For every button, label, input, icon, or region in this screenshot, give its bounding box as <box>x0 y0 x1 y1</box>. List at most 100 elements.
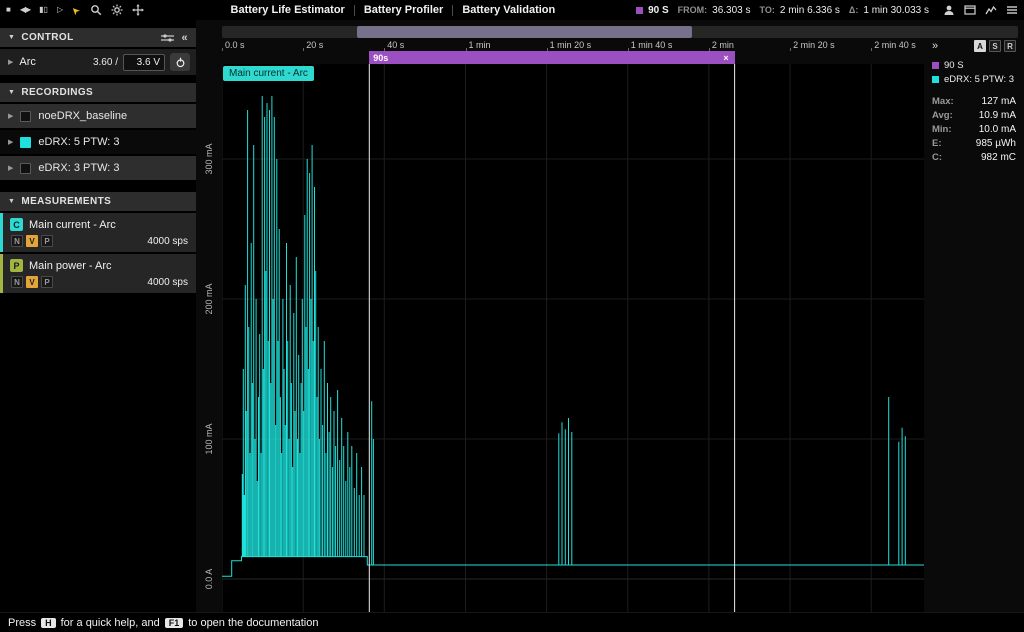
toggle-v[interactable]: V <box>26 276 38 288</box>
y-axis-labels: 300 mA200 mA100 mA0.0 A <box>196 20 222 612</box>
collapse-sidebar-icon[interactable]: « <box>181 32 188 44</box>
measurement-label: Main power - Arc <box>29 260 112 272</box>
expand-icon[interactable]: ▶ <box>8 58 13 66</box>
stat-min: Min:10.0 mA <box>932 123 1016 136</box>
toggle-n[interactable]: N <box>11 235 23 247</box>
selection-band[interactable]: 90s × <box>369 51 734 64</box>
toggle-v[interactable]: V <box>26 235 38 247</box>
toggle-p[interactable]: P <box>41 235 53 247</box>
timeline-overview-scrubber[interactable] <box>222 26 1018 38</box>
recording-label: eDRX: 5 PTW: 3 <box>38 136 119 148</box>
key-h: H <box>41 618 56 628</box>
account-icon[interactable] <box>943 4 955 16</box>
tab-battery-life-estimator[interactable]: Battery Life Estimator <box>222 4 354 16</box>
status-bar: Press H for a quick help, and F1 to open… <box>0 612 1024 632</box>
recording-label: eDRX: 3 PTW: 3 <box>38 162 119 174</box>
series-tooltip: Main current - Arc <box>223 66 314 81</box>
measurements-section-header[interactable]: ▼ MEASUREMENTS <box>0 192 196 211</box>
measurements-title: MEASUREMENTS <box>21 196 111 207</box>
play-icon[interactable]: ▷ <box>57 6 63 14</box>
y-tick-label: 0.0 A <box>204 569 214 590</box>
status-text: for a quick help, and <box>61 617 160 629</box>
measurement-main-power[interactable]: P Main power - Arc N V P 4000 sps <box>0 254 196 293</box>
selection-name: 90 S <box>648 5 669 16</box>
legend-recording[interactable]: eDRX: 5 PTW: 3 <box>932 74 1016 85</box>
toolbar-right-icons <box>943 4 1018 16</box>
recording-checkbox[interactable] <box>20 137 31 148</box>
app-tabs: Battery Life Estimator Battery Profiler … <box>222 4 565 16</box>
expand-icon[interactable]: ▶ <box>8 112 13 120</box>
from-label: FROM: <box>678 5 708 15</box>
control-title: CONTROL <box>21 32 73 43</box>
stat-mode-a-button[interactable]: A <box>974 40 986 52</box>
recordings-title: RECORDINGS <box>21 87 93 98</box>
sliders-icon[interactable] <box>161 33 174 43</box>
log-list-icon[interactable] <box>1006 4 1018 16</box>
recording-row-edrx5[interactable]: ▶ eDRX: 5 PTW: 3 <box>0 130 196 154</box>
analytics-chart-icon[interactable] <box>985 4 997 16</box>
recording-row-edrx3[interactable]: ▶ eDRX: 3 PTW: 3 <box>0 156 196 180</box>
to-label: TO: <box>760 5 775 15</box>
toolbar-left-icons: ■ ◀▶ ▮▯ ▷ ➤ <box>6 4 144 16</box>
cursor-tool-icon[interactable]: ➤ <box>70 3 83 16</box>
legend-swatch <box>932 76 939 83</box>
voltage-set-label: 3.60 / <box>93 57 118 68</box>
stat-charge: C:982 mC <box>932 151 1016 164</box>
expand-horizontal-icon[interactable]: ◀▶ <box>20 6 30 14</box>
tab-battery-profiler[interactable]: Battery Profiler <box>355 4 452 16</box>
power-channel-icon: P <box>10 259 23 272</box>
waveform-plot[interactable] <box>222 64 924 612</box>
toggle-n[interactable]: N <box>11 276 23 288</box>
measurement-main-current[interactable]: C Main current - Arc N V P 4000 sps <box>0 213 196 252</box>
layout-columns-icon[interactable]: ▮▯ <box>39 6 48 14</box>
stat-mode-s-button[interactable]: S <box>989 40 1001 52</box>
voltage-input[interactable] <box>123 54 165 71</box>
stats-panel: » A S R 90 S eDRX: 5 PTW: 3 <box>924 36 1024 612</box>
app-root: ■ ◀▶ ▮▯ ▷ ➤ Battery Life Estimator Batte… <box>0 0 1024 632</box>
stat-max: Max:127 mA <box>932 95 1016 108</box>
window-icon[interactable] <box>964 4 976 16</box>
device-row-arc[interactable]: ▶ Arc 3.60 / <box>0 49 196 75</box>
sample-rate: 4000 sps <box>147 236 188 247</box>
recording-row-noedrx-baseline[interactable]: ▶ noeDRX_baseline <box>0 104 196 128</box>
from-value: 36.303 s <box>712 5 750 16</box>
y-tick-label: 300 mA <box>204 143 214 174</box>
legend-label: eDRX: 5 PTW: 3 <box>944 74 1014 85</box>
delta-value: 1 min 30.033 s <box>863 5 929 16</box>
stop-icon[interactable]: ■ <box>6 6 11 14</box>
recordings-section-header[interactable]: ▼ RECORDINGS <box>0 83 196 102</box>
timeline-view-window[interactable] <box>357 26 691 38</box>
stat-avg: Avg:10.9 mA <box>932 109 1016 122</box>
toggle-p[interactable]: P <box>41 276 53 288</box>
time-axis: 0.0 s20 s40 s1 min1 min 20 s1 min 40 s2 … <box>222 38 924 51</box>
plot-area[interactable]: Main current - Arc <box>222 64 924 612</box>
recording-checkbox[interactable] <box>20 111 31 122</box>
key-f1: F1 <box>165 618 184 628</box>
current-channel-icon: C <box>10 218 23 231</box>
x-tick-label: 1 min 20 s <box>550 40 592 50</box>
selection-row: 90s × <box>196 51 924 64</box>
tab-battery-validation[interactable]: Battery Validation <box>453 4 564 16</box>
expand-icon[interactable]: ▶ <box>8 164 13 172</box>
stat-mode-r-button[interactable]: R <box>1004 40 1016 52</box>
expand-icon[interactable]: ▶ <box>8 138 13 146</box>
recording-checkbox[interactable] <box>20 163 31 174</box>
sample-rate: 4000 sps <box>147 277 188 288</box>
measurement-label: Main current - Arc <box>29 219 116 231</box>
zoom-tool-icon[interactable] <box>90 4 102 16</box>
expand-panel-icon[interactable]: » <box>932 40 938 52</box>
legend-swatch <box>932 62 939 69</box>
y-tick-label: 200 mA <box>204 283 214 314</box>
x-tick-label: 1 min 40 s <box>631 40 673 50</box>
selection-band-label: 90s <box>369 53 388 63</box>
power-button[interactable] <box>170 53 190 71</box>
legend-selection[interactable]: 90 S <box>932 60 1016 71</box>
selection-color-swatch <box>636 7 643 14</box>
control-section-header[interactable]: ▼ CONTROL « <box>0 28 196 47</box>
delta-label: Δ: <box>849 5 858 15</box>
selection-summary: 90 S FROM: 36.303 s TO: 2 min 6.336 s Δ:… <box>636 5 933 16</box>
toolbar: ■ ◀▶ ▮▯ ▷ ➤ Battery Life Estimator Batte… <box>0 0 1024 20</box>
pan-tool-icon[interactable] <box>132 4 144 16</box>
gear-icon[interactable] <box>111 4 123 16</box>
close-selection-icon[interactable]: × <box>723 53 734 63</box>
